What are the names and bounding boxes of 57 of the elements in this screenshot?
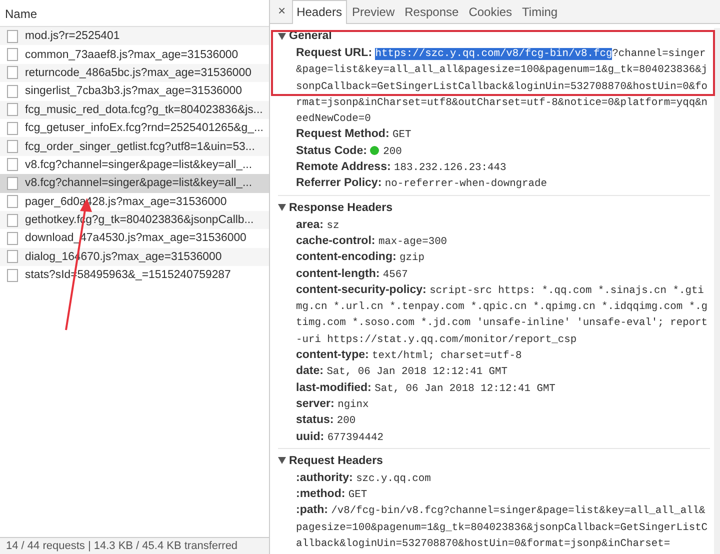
header-entry: cache-control: max-age=300: [295, 234, 448, 250]
header-entry: :method: GET: [295, 487, 368, 502]
request-row[interactable]: common_73aaef8.js?max_age=31536000: [0, 45, 269, 64]
document-icon: [7, 122, 18, 135]
document-icon: [7, 103, 18, 116]
document-icon: [7, 232, 18, 245]
document-icon: [7, 158, 18, 172]
header-entry: last-modified: Sat, 06 Jan 2018 12:12:41 GMT: [295, 380, 556, 396]
request-row[interactable]: returncode_486a5bc.js?max_age=31536000: [0, 64, 269, 82]
header-entry: :authority: szc.y.qq.com: [295, 470, 432, 486]
header-entry: status: 200: [295, 413, 357, 429]
request-row[interactable]: v8.fcg?channel=singer&page=list&key=all_...: [0, 174, 269, 193]
document-icon: [7, 84, 18, 98]
document-icon: [7, 250, 18, 264]
document-icon: [7, 176, 18, 190]
section-title: General: [289, 30, 332, 42]
document-icon: [7, 140, 18, 154]
header-entry: Request URL: https://szc.y.qq.com/v8/fcg-bin/v8.fcg?channel=singer&page=list&key=all_all_all&pagesize=100&pagenum=1&g_tk=804023836&jsonpCallback=GetSingerListCallback&loginUin=532708870&hostUin=0&format=jsonp&inCharset=utf8&outCharset=utf-8&notice=0&platform=yqq&needNewCode=0: [295, 46, 709, 126]
request-row[interactable]: v8.fcg?channel=singer&page=list&key=all_...: [0, 156, 269, 174]
triangle-icon: [278, 204, 286, 212]
section-header[interactable]: General: [278, 27, 710, 45]
tab[interactable]: Response: [400, 0, 464, 24]
triangle-icon: [278, 32, 286, 40]
header-entry: date: Sat, 06 Jan 2018 12:12:41 GMT: [295, 364, 509, 380]
status-bar: 14 / 44 requests | 14.3 KB / 45.4 KB transferred: [0, 537, 269, 554]
header-entry: content-encoding: gzip: [295, 250, 426, 266]
request-row[interactable]: fcg_order_singer_getlist.fcg?utf8=1&uin=53...: [0, 137, 269, 156]
document-icon: [7, 48, 18, 62]
request-row[interactable]: fcg_getuser_infoEx.fcg?rnd=2525401265&g_...: [0, 118, 269, 138]
document-icon: [7, 214, 18, 227]
header-entry: server: nginx: [295, 396, 370, 412]
header-entry: uuid: 677394442: [295, 430, 384, 445]
header-entry: :path: /v8/fcg-bin/v8.fcg?channel=singer&page=list&key=all_all_all&pagesize=100&pagenum=1&g_tk=804023836&jsonpCallback=GetSingerListCallback&loginUin=532708870&hostUin=0&format=jsonp&inCharset=: [295, 503, 709, 552]
header-entry: content-length: 4567: [295, 266, 409, 282]
header-entry: Request Method: GET: [295, 127, 412, 143]
header-entry: content-type: text/html; charset=utf-8: [295, 348, 523, 364]
section-title: Response Headers: [289, 202, 393, 214]
request-row[interactable]: mod.js?r=2525401: [0, 27, 269, 46]
close-button[interactable]: ×: [272, 3, 292, 23]
section-title: Request Headers: [289, 454, 383, 467]
section-header[interactable]: Response Headers: [278, 198, 710, 217]
section-header[interactable]: Request Headers: [278, 452, 710, 470]
header-entry: area: sz: [295, 218, 340, 233]
document-icon: [7, 30, 18, 43]
header-entry: Referrer Policy: no-referrer-when-downgrade: [295, 176, 548, 192]
tab[interactable]: Preview: [346, 0, 400, 24]
header-entry: Remote Address: 183.232.126.23:443: [295, 160, 508, 176]
triangle-icon: [278, 457, 286, 464]
request-row[interactable]: fcg_music_red_dota.fcg?g_tk=804023836&js...: [0, 100, 269, 119]
document-icon: [7, 195, 18, 208]
tab[interactable]: Headers: [292, 0, 347, 24]
header-entry: Status Code: 200: [295, 144, 403, 160]
tab[interactable]: Cookies: [464, 0, 518, 24]
document-icon: [7, 66, 18, 80]
document-icon: [7, 268, 18, 282]
request-row[interactable]: singerlist_7cba3b3.js?max_age=31536000: [0, 82, 269, 101]
tab[interactable]: Timing: [517, 0, 563, 24]
